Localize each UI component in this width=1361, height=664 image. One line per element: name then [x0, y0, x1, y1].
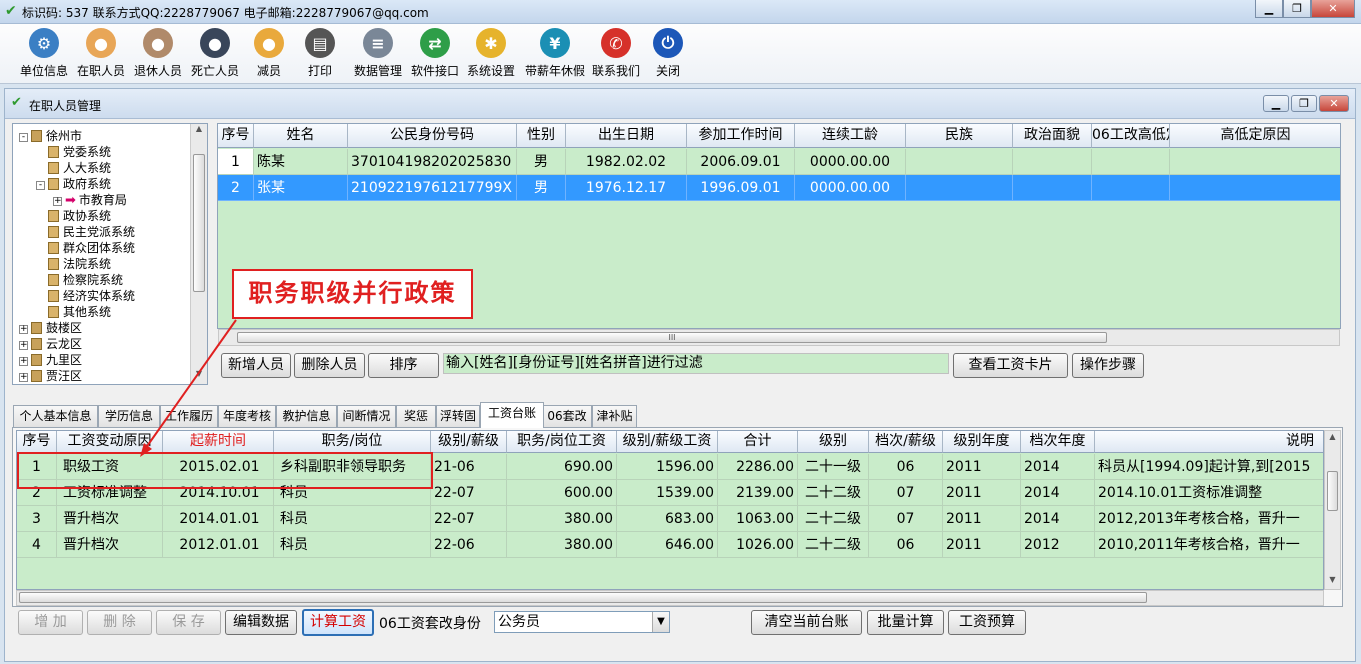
annotation-arrow	[140, 319, 237, 457]
